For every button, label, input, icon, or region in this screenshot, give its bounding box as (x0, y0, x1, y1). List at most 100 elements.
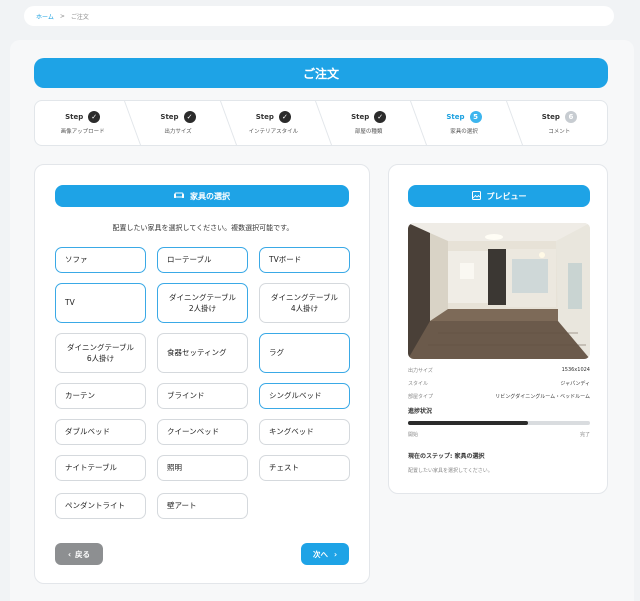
info-row-style: スタイル ジャパンディ (408, 380, 590, 387)
furniture-option[interactable]: シングルベッド (259, 383, 350, 409)
step-label: インテリアスタイル (248, 129, 299, 135)
furniture-option[interactable]: カーテン (55, 383, 146, 409)
check-icon: ✓ (88, 111, 101, 123)
furniture-option-label: クイーンベッド (167, 427, 220, 437)
furniture-option-label: ナイトテーブル (65, 463, 118, 473)
furniture-option[interactable]: 照明 (157, 455, 248, 481)
current-step-description: 配置したい家具を選択してください。 (408, 468, 493, 474)
step-word: Step (446, 113, 465, 121)
furniture-option[interactable]: TVボード (259, 247, 350, 273)
chevron-right-icon: › (333, 549, 338, 559)
sofa-icon (174, 191, 184, 201)
furniture-option-label: シングルベッド (269, 391, 322, 401)
breadcrumb-home-link[interactable]: ホーム (36, 12, 54, 21)
furniture-option[interactable]: ナイトテーブル (55, 455, 146, 481)
furniture-option-label: ダブルベッド (65, 427, 110, 437)
step-label: 出力サイズ (164, 129, 192, 135)
progress-title: 進捗状況 (408, 408, 433, 415)
furniture-option[interactable]: ローテーブル (157, 247, 248, 273)
furniture-option[interactable]: 壁アート (157, 493, 248, 519)
furniture-option-label: 食器セッティング (167, 348, 227, 358)
furniture-option-label: キングベッド (269, 427, 314, 437)
step-1: Step ✓ 画像アップロード (35, 101, 130, 145)
step-header: Step 5 (446, 111, 482, 123)
step-2: Step ✓ 出力サイズ (130, 101, 225, 145)
furniture-option-label: ダイニングテーブル 4人掛け (270, 292, 339, 313)
furniture-option[interactable]: チェスト (259, 455, 350, 481)
furniture-option[interactable]: キングベッド (259, 419, 350, 445)
step-word: Step (160, 113, 179, 121)
step-header: Step ✓ (351, 111, 387, 123)
back-button-label: 戻る (75, 549, 91, 559)
preview-panel-header: プレビュー (408, 185, 590, 207)
furniture-option[interactable]: ダイニングテーブル 6人掛け (55, 333, 146, 373)
check-icon: ✓ (374, 111, 387, 123)
furniture-option-label: チェスト (269, 463, 299, 473)
back-button[interactable]: ‹ 戻る (55, 543, 103, 565)
step-4: Step ✓ 部屋の種類 (321, 101, 416, 145)
breadcrumb: ホーム > ご注文 (24, 6, 614, 26)
step-word: Step (65, 113, 84, 121)
furniture-option-label: カーテン (65, 391, 95, 401)
progress-end-label: 完了 (579, 432, 590, 438)
furniture-option[interactable]: ソファ (55, 247, 146, 273)
step-label: 家具の選択 (450, 129, 478, 135)
furniture-option[interactable]: 食器セッティング (157, 333, 248, 373)
furniture-option-label: ペンダントライト (65, 501, 125, 511)
step-number-badge: 6 (564, 111, 577, 123)
info-key: 出力サイズ (408, 368, 433, 374)
step-number-badge: 5 (469, 111, 482, 123)
furniture-option[interactable]: ダブルベッド (55, 419, 146, 445)
step-6: Step 6 コメント (512, 101, 607, 145)
breadcrumb-current: ご注文 (70, 13, 89, 21)
furniture-option-label: ダイニングテーブル 6人掛け (66, 342, 135, 363)
step-label: コメント (548, 129, 571, 135)
furniture-option[interactable]: ラグ (259, 333, 350, 373)
room-preview-image (408, 223, 590, 359)
step-header: Step ✓ (65, 111, 101, 123)
info-key: スタイル (408, 381, 429, 387)
preview-panel-title: プレビュー (486, 191, 527, 201)
next-button[interactable]: 次へ › (301, 543, 349, 565)
furniture-option-label: ダイニングテーブル 2人掛け (168, 292, 237, 313)
furniture-option-label: TVボード (269, 255, 302, 265)
page-title: ご注文 (34, 58, 608, 88)
furniture-option-label: ブラインド (167, 391, 205, 401)
furniture-option-label: ラグ (269, 348, 284, 358)
step-label: 画像アップロード (60, 129, 105, 135)
furniture-option-label: ローテーブル (167, 255, 212, 265)
furniture-option[interactable]: ペンダントライト (55, 493, 146, 519)
furniture-option[interactable]: TV (55, 283, 146, 323)
step-word: Step (255, 113, 274, 121)
info-value: 1536x1024 (561, 367, 590, 373)
furniture-option[interactable]: クイーンベッド (157, 419, 248, 445)
step-header: Step ✓ (256, 111, 291, 123)
image-icon (471, 190, 481, 202)
progress-bar (408, 421, 590, 425)
furniture-option-label: ソファ (65, 255, 88, 265)
step-label: 部屋の種類 (354, 129, 383, 135)
chevron-left-icon: ‹ (67, 549, 72, 559)
current-step: 現在のステップ: 家具の選択 (408, 453, 485, 460)
order-stepper: Step ✓ 画像アップロード Step ✓ 出力サイズ Step ✓ インテリアスタイル Ste… (34, 100, 608, 146)
info-key: 部屋タイプ (408, 394, 434, 400)
check-icon: ✓ (278, 111, 291, 123)
furniture-option[interactable]: ダイニングテーブル 4人掛け (259, 283, 350, 323)
info-row-size: 出力サイズ 1536x1024 (408, 367, 590, 374)
check-icon: ✓ (183, 111, 196, 123)
progress-start-label: 開始 (408, 432, 419, 438)
step-3: Step ✓ インテリアスタイル (226, 101, 321, 145)
furniture-panel-title: 家具の選択 (190, 191, 230, 201)
breadcrumb-separator: > (59, 12, 65, 20)
step-header: Step 6 (542, 111, 577, 123)
info-row-room-type: 部屋タイプ リビングダイニングルーム・ベッドルーム (408, 393, 590, 400)
next-button-label: 次へ (312, 549, 328, 559)
progress-labels: 開始 完了 (408, 431, 590, 438)
furniture-option[interactable]: ダイニングテーブル 2人掛け (157, 283, 248, 323)
step-header: Step ✓ (160, 111, 196, 123)
furniture-instruction: 配置したい家具を選択してください。複数選択可能です。 (112, 224, 294, 232)
furniture-option[interactable]: ブラインド (157, 383, 248, 409)
furniture-option-label: 壁アート (167, 501, 197, 511)
info-value: ジャパンディ (560, 381, 590, 387)
furniture-option-label: TV (65, 298, 75, 308)
